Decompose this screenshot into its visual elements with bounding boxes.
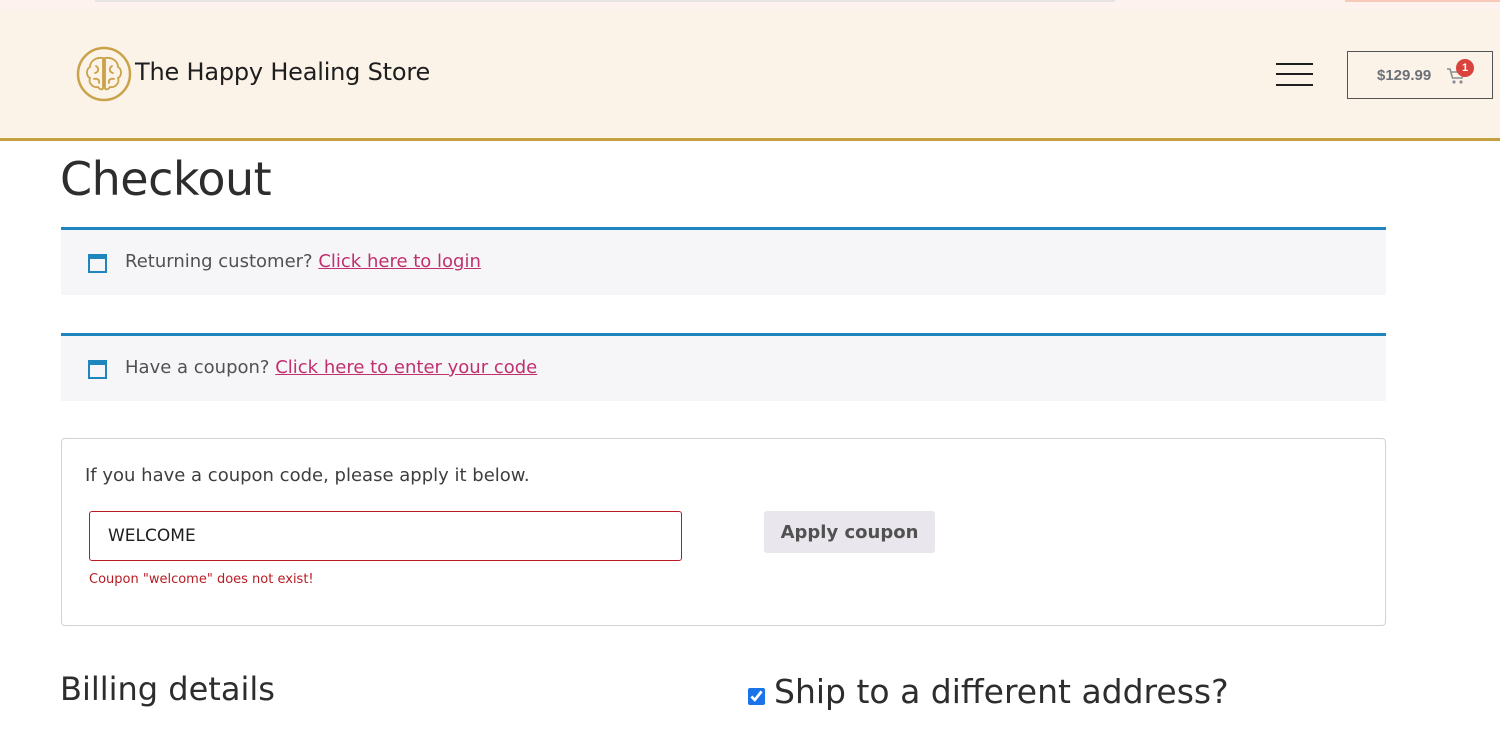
coupon-error-message: Coupon "welcome" does not exist! <box>89 572 314 587</box>
login-notice-text: Returning customer? Click here to login <box>125 251 481 272</box>
brain-logo-icon[interactable] <box>76 46 132 102</box>
login-notice: Returning customer? Click here to login <box>61 227 1386 295</box>
coupon-notice: Have a coupon? Click here to enter your … <box>61 333 1386 401</box>
brand-name[interactable]: The Happy Healing Store <box>135 58 430 86</box>
site-header: The Happy Healing Store $129.99 1 <box>0 10 1500 141</box>
coupon-form: If you have a coupon code, please apply … <box>61 438 1386 626</box>
billing-details-heading: Billing details <box>60 670 275 708</box>
window-icon <box>88 254 107 273</box>
top-strip-accent <box>1345 0 1500 2</box>
ship-different-checkbox[interactable] <box>748 688 765 705</box>
coupon-hint: If you have a coupon code, please apply … <box>85 465 530 486</box>
cart-count-badge: 1 <box>1456 59 1474 77</box>
cart-button[interactable]: $129.99 1 <box>1347 51 1493 99</box>
coupon-notice-text: Have a coupon? Click here to enter your … <box>125 357 537 378</box>
top-strip-bar <box>95 0 1115 2</box>
enter-coupon-link[interactable]: Click here to enter your code <box>275 357 537 378</box>
hamburger-menu-icon[interactable] <box>1276 60 1313 88</box>
top-strip <box>0 0 1500 10</box>
login-link[interactable]: Click here to login <box>318 251 481 272</box>
apply-coupon-button[interactable]: Apply coupon <box>764 511 935 553</box>
coupon-notice-label: Have a coupon? <box>125 357 270 378</box>
page-title: Checkout <box>60 152 272 206</box>
window-icon <box>88 360 107 379</box>
cart-total: $129.99 <box>1377 67 1432 84</box>
ship-different-label[interactable]: Ship to a different address? <box>774 672 1229 711</box>
coupon-code-input[interactable] <box>89 511 682 561</box>
login-notice-label: Returning customer? <box>125 251 313 272</box>
